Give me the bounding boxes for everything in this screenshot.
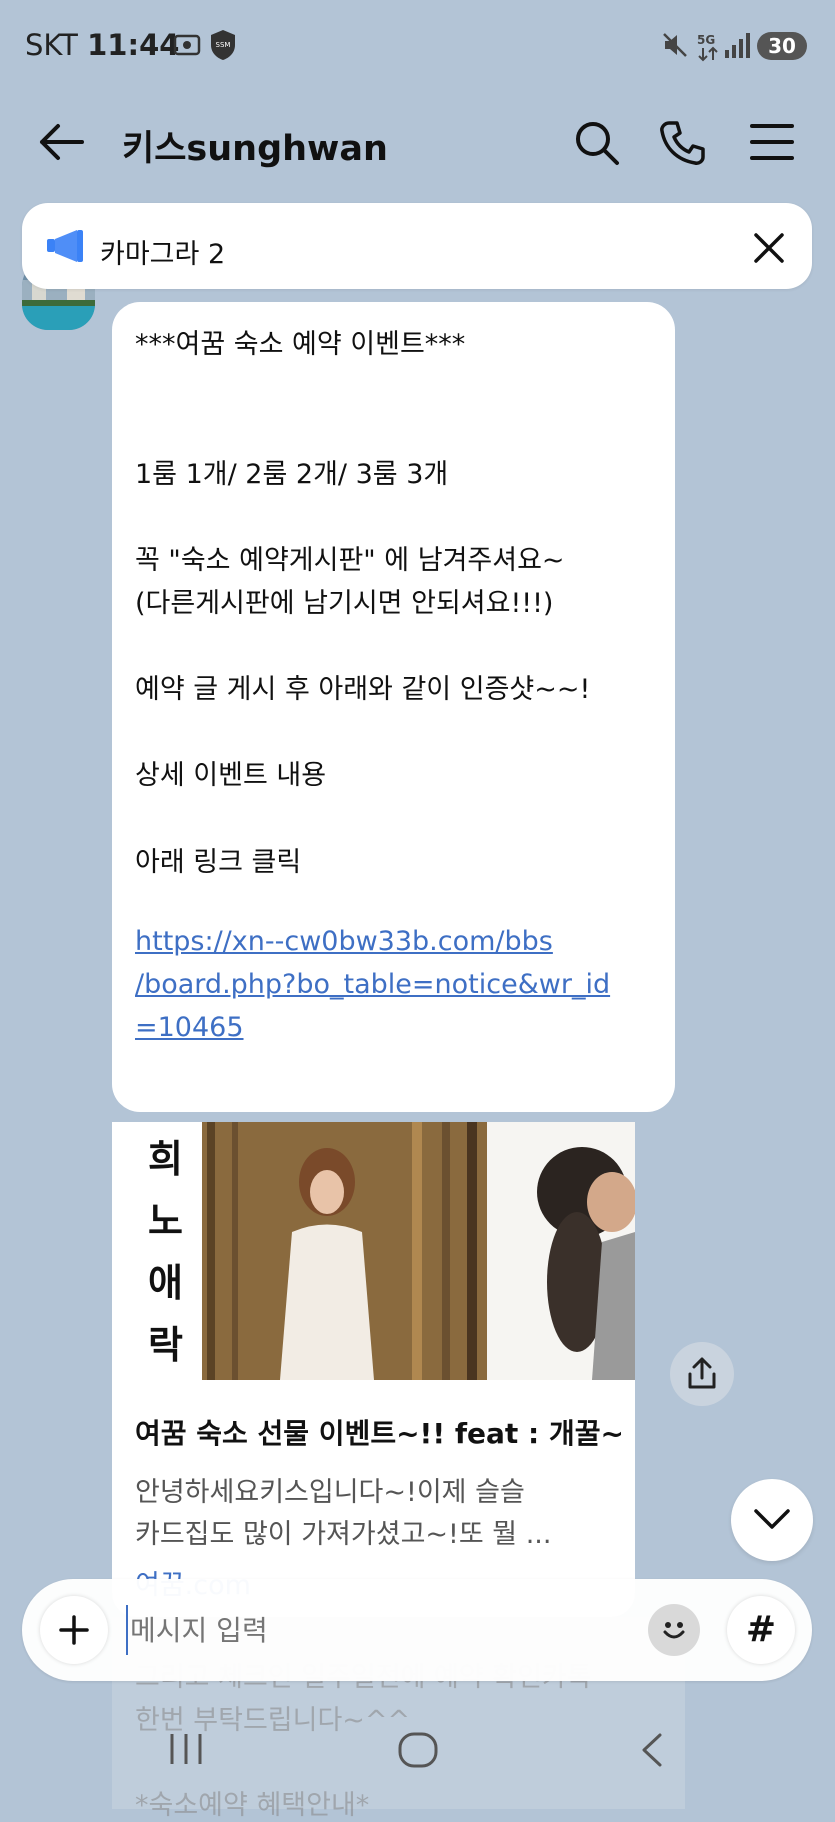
message-line: 예약 글 게시 후 아래와 같이 인증샷~~! <box>135 674 591 705</box>
message-link[interactable]: /board.php?bo_table=notice&wr_id <box>135 969 610 1000</box>
menu-icon[interactable] <box>750 122 794 166</box>
scroll-down-button[interactable] <box>731 1479 813 1561</box>
back-nav-icon[interactable] <box>640 1732 664 1772</box>
attach-button[interactable] <box>40 1596 108 1664</box>
status-carrier-time: SKT 11:44 <box>25 28 179 62</box>
back-arrow-icon[interactable] <box>38 122 84 166</box>
message-line: 꼭 "숙소 예약게시판" 에 남겨주셔요~ <box>135 545 565 576</box>
chat-title: 키스sunghwan <box>122 129 388 169</box>
clock: 11:44 <box>87 28 180 62</box>
search-icon[interactable] <box>574 120 620 170</box>
signal-icon <box>724 33 752 63</box>
message-link[interactable]: https://xn--cw0bw33b.com/bbs <box>135 926 553 957</box>
battery-indicator: 30 <box>757 32 807 60</box>
message-line: 1룸 1개/ 2룸 2개/ 3룸 3개 <box>135 459 449 490</box>
hashtag-button[interactable]: # <box>727 1596 795 1664</box>
faded-message-line: *숙소예약 혜택안내* <box>135 1790 370 1821</box>
message-line: 상세 이벤트 내용 <box>135 760 327 791</box>
share-icon <box>687 1356 717 1394</box>
notice-text: 카마그라 2 <box>100 239 226 270</box>
link-preview-image[interactable]: 희 노 애 락 <box>112 1122 637 1380</box>
smile-icon <box>658 1614 690 1650</box>
message-line: 아래 링크 클릭 <box>135 847 302 878</box>
message-line: (다른게시판에 남기시면 안되셔요!!!) <box>135 588 554 619</box>
card-description: 카드집도 많이 가져가셨고~!또 뭘 ... <box>135 1519 552 1550</box>
message-line: ***여꿈 숙소 예약 이벤트*** <box>135 329 466 360</box>
mute-icon <box>660 30 690 64</box>
svg-text:SSM: SSM <box>216 41 231 49</box>
carrier-label: SKT <box>25 28 78 62</box>
message-input[interactable] <box>126 1605 630 1655</box>
card-image-glyph: 노 <box>148 1198 183 1243</box>
network-5g-icon: 5G <box>695 32 723 66</box>
plus-icon <box>58 1614 90 1650</box>
card-image-glyph: 락 <box>148 1322 183 1367</box>
svg-text:5G: 5G <box>697 33 715 47</box>
phone-icon[interactable] <box>660 120 706 170</box>
emoji-button[interactable] <box>648 1604 700 1656</box>
close-icon[interactable] <box>753 232 785 268</box>
card-title: 여꿈 숙소 선물 이벤트~!! feat : 개꿀~ <box>135 1417 624 1450</box>
recent-apps-icon[interactable] <box>168 1732 204 1770</box>
card-image-glyph: 희 <box>148 1136 183 1181</box>
screenshot-icon <box>172 30 202 64</box>
megaphone-icon <box>45 228 85 268</box>
shield-icon: SSM <box>208 28 238 66</box>
chevron-down-icon <box>753 1507 791 1535</box>
home-icon[interactable] <box>398 1732 438 1772</box>
share-button[interactable] <box>670 1342 734 1406</box>
message-link[interactable]: =10465 <box>135 1012 244 1043</box>
card-image-glyph: 애 <box>148 1260 183 1305</box>
card-description: 안녕하세요키스입니다~!이제 슬슬 <box>135 1477 525 1508</box>
